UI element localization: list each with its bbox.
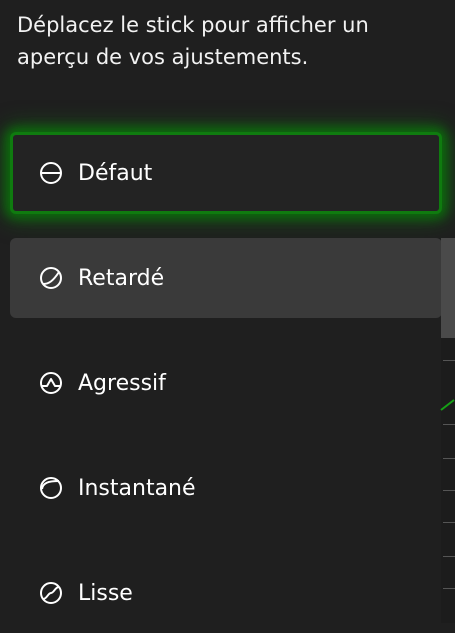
graph-tick bbox=[443, 588, 455, 589]
graph-tick bbox=[443, 360, 455, 361]
option-default[interactable]: Défaut bbox=[10, 132, 442, 214]
preview-curve-fragment bbox=[440, 392, 455, 416]
graph-tick bbox=[443, 490, 455, 491]
option-label: Retardé bbox=[78, 265, 165, 291]
delayed-curve-icon bbox=[39, 266, 63, 290]
option-aggressive[interactable]: Agressif bbox=[10, 343, 442, 423]
graph-tick bbox=[443, 556, 455, 557]
option-label: Défaut bbox=[78, 160, 153, 186]
default-curve-icon bbox=[39, 161, 63, 185]
option-label: Lisse bbox=[78, 580, 133, 606]
option-delayed[interactable]: Retardé bbox=[10, 238, 442, 318]
option-label: Instantané bbox=[78, 475, 196, 501]
option-instant[interactable]: Instantané bbox=[10, 448, 442, 528]
graph-tick bbox=[443, 458, 455, 459]
aggressive-curve-icon bbox=[39, 371, 63, 395]
graph-tick bbox=[443, 522, 455, 523]
graph-tick bbox=[443, 424, 455, 425]
option-label: Agressif bbox=[78, 370, 166, 396]
option-smooth[interactable]: Lisse bbox=[10, 553, 442, 633]
response-curve-list: Défaut Retardé Agressif Instantané Lisse bbox=[0, 0, 455, 623]
smooth-curve-icon bbox=[39, 581, 63, 605]
scrollbar-thumb[interactable] bbox=[441, 238, 455, 338]
instant-curve-icon bbox=[39, 476, 63, 500]
